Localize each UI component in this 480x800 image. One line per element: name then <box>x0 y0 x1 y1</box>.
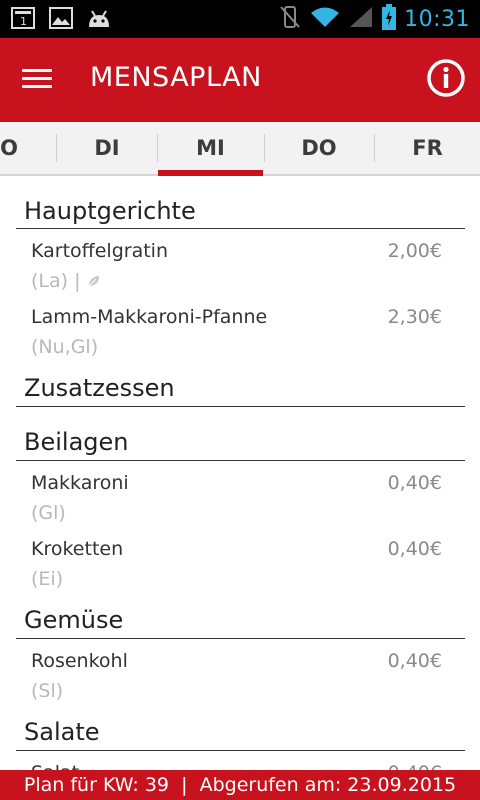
menu-button[interactable] <box>22 64 58 98</box>
plan-footer: Plan für KW: 39 | Abgerufen am: 23.09.20… <box>0 770 480 800</box>
tab-mo[interactable]: O <box>0 122 24 174</box>
vibrate-off-icon <box>278 4 302 34</box>
item-allergens: (La) | <box>31 270 101 292</box>
section-title-gemuese: Gemüse <box>24 606 124 634</box>
item-price: 2,30€ <box>387 306 442 328</box>
tab-mi[interactable]: MI <box>158 122 263 174</box>
item-allergens: (Nu,Gl) <box>31 336 99 358</box>
section-title-hauptgerichte: Hauptgerichte <box>24 197 196 225</box>
item-price: 0,40€ <box>387 538 442 560</box>
image-icon <box>48 6 74 30</box>
item-name[interactable]: Salat <box>31 762 79 770</box>
tab-fr[interactable]: FR <box>375 122 480 174</box>
app-title: MENSAPLAN <box>90 62 262 93</box>
hamburger-icon-bar <box>22 69 52 72</box>
item-price: 0,40€ <box>388 762 442 770</box>
signal-icon <box>348 5 374 33</box>
info-button[interactable] <box>426 58 466 98</box>
svg-text:1: 1 <box>20 15 27 28</box>
section-title-zusatzessen: Zusatzessen <box>24 374 175 402</box>
item-allergens: (Sl) <box>31 680 64 702</box>
notification-count-icon: 1 <box>10 6 36 30</box>
plan-info-text: Plan für KW: 39 | Abgerufen am: 23.09.20… <box>23 774 457 796</box>
section-divider <box>16 228 465 229</box>
section-divider <box>16 750 465 751</box>
item-name[interactable]: Kroketten <box>31 538 123 560</box>
item-name[interactable]: Lamm-Makkaroni-Pfanne <box>31 306 267 328</box>
item-name[interactable]: Kartoffelgratin <box>31 240 168 262</box>
item-price: 0,40€ <box>387 650 442 672</box>
battery-icon <box>382 4 397 34</box>
item-allergens-text: (La) | <box>31 270 81 292</box>
hamburger-icon-bar <box>22 85 52 88</box>
item-price: 2,00€ <box>387 240 442 262</box>
section-title-salate: Salate <box>24 718 100 746</box>
section-divider <box>16 638 465 639</box>
item-allergens: (Gl) <box>31 502 66 524</box>
section-divider <box>16 460 465 461</box>
tab-do[interactable]: DO <box>265 122 373 174</box>
day-tabs: O DI MI DO FR <box>0 122 480 176</box>
leaf-icon <box>88 276 99 287</box>
item-name[interactable]: Rosenkohl <box>31 650 128 672</box>
status-bar: 1 10:31 <box>0 0 480 38</box>
item-allergens: (Ei) <box>31 568 64 590</box>
app-bar: MENSAPLAN <box>0 38 480 122</box>
tab-di[interactable]: DI <box>57 122 157 174</box>
wifi-icon <box>310 5 340 33</box>
section-divider <box>16 406 465 407</box>
info-icon <box>427 59 465 97</box>
status-clock: 10:31 <box>404 6 470 32</box>
hamburger-icon-bar <box>22 77 52 80</box>
item-name[interactable]: Makkaroni <box>31 472 129 494</box>
section-title-beilagen: Beilagen <box>24 428 129 456</box>
item-price: 0,40€ <box>387 472 442 494</box>
menu-list[interactable]: Hauptgerichte Kartoffelgratin 2,00€ (La)… <box>0 176 480 770</box>
android-icon <box>86 6 112 30</box>
